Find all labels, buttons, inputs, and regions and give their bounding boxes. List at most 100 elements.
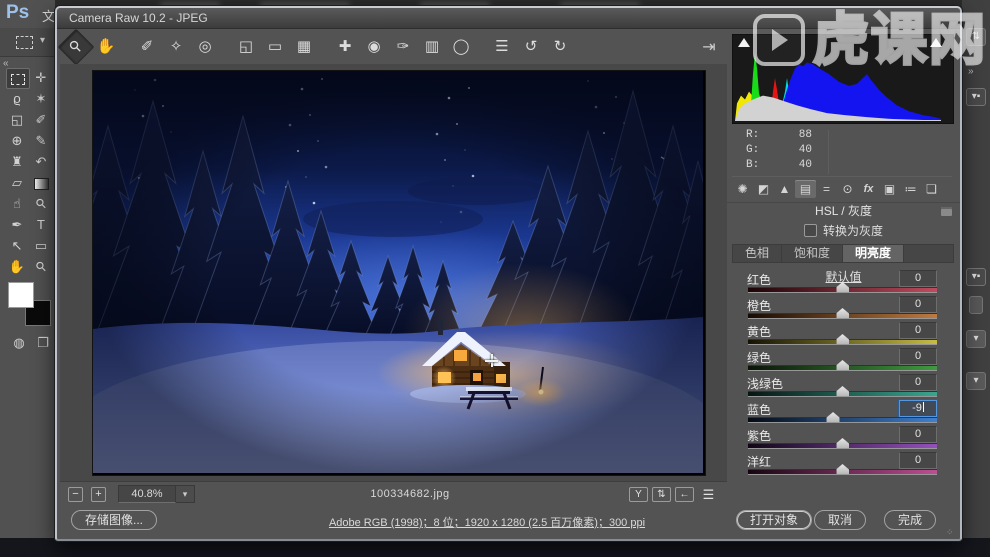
slider-value-input[interactable]: 0 bbox=[899, 426, 937, 443]
y-preview-button[interactable]: Y bbox=[629, 486, 648, 502]
rotate-left-tool-icon[interactable]: ↺ bbox=[519, 35, 543, 59]
panel-thumb-icon[interactable]: ▾▪ bbox=[966, 268, 986, 286]
screen-mode-icon[interactable]: ❐ bbox=[32, 333, 54, 352]
smudge-tool-icon[interactable]: ☝ bbox=[6, 194, 28, 213]
slider-thumb[interactable] bbox=[826, 412, 840, 422]
zoom-tool-icon[interactable]: ⚲ bbox=[57, 28, 95, 66]
panel-swatch-icon[interactable] bbox=[969, 296, 983, 314]
snapshots-panel-icon[interactable]: ❏ bbox=[921, 180, 942, 198]
done-button[interactable]: 完成 bbox=[884, 510, 937, 530]
white-balance-tool-icon[interactable]: ✐ bbox=[135, 35, 159, 59]
resize-grip[interactable]: ⁘ bbox=[946, 527, 954, 538]
open-object-button[interactable]: 打开对象 bbox=[736, 510, 813, 530]
rotate-right-tool-icon[interactable]: ↻ bbox=[548, 35, 572, 59]
preview-image[interactable] bbox=[52, 70, 739, 531]
pen-tool-icon[interactable]: ✒ bbox=[6, 215, 28, 234]
slider-thumb[interactable] bbox=[836, 282, 849, 292]
marquee-option-icon[interactable] bbox=[16, 36, 33, 49]
clone-stamp-tool-icon[interactable]: ♜ bbox=[6, 152, 28, 171]
crop-tool-icon[interactable]: ◱ bbox=[6, 110, 28, 129]
slider-value-input[interactable]: -9 bbox=[899, 400, 937, 417]
chevron-down-icon[interactable]: ▾ bbox=[40, 35, 45, 46]
shadow-clipping-icon[interactable] bbox=[738, 38, 750, 47]
magic-wand-tool-icon[interactable]: ✶ bbox=[30, 89, 52, 108]
split-toning-panel-icon[interactable]: = bbox=[816, 180, 837, 198]
slider-value-input[interactable]: 0 bbox=[899, 374, 937, 391]
chevron-down-icon[interactable]: ▾ bbox=[966, 330, 986, 348]
chevron-down-icon[interactable]: ▾ bbox=[176, 485, 195, 503]
lens-corrections-panel-icon[interactable]: ⊙ bbox=[837, 180, 858, 198]
camera-calibration-panel-icon[interactable]: ▣ bbox=[879, 180, 900, 198]
panel-thumb-icon[interactable]: ▾▪ bbox=[966, 88, 986, 106]
slider-value-input[interactable]: 0 bbox=[899, 270, 937, 287]
spot-removal-tool-icon[interactable]: ✚ bbox=[333, 35, 357, 59]
tab-明亮度[interactable]: 明亮度 bbox=[843, 245, 905, 262]
move-tool-icon[interactable]: ✛ bbox=[30, 68, 52, 87]
grayscale-checkbox[interactable] bbox=[803, 224, 817, 237]
eyedropper-tool-icon[interactable]: ✐ bbox=[30, 110, 52, 129]
lasso-tool-icon[interactable]: ϱ bbox=[6, 89, 28, 108]
preview-settings-button[interactable]: ☰ bbox=[700, 488, 717, 501]
copy-settings-button[interactable]: ← bbox=[675, 486, 694, 502]
effects-panel-icon[interactable]: fx bbox=[858, 180, 879, 198]
brush-tool-icon[interactable]: ✎ bbox=[30, 131, 52, 150]
adjustment-brush-tool-icon[interactable]: ✑ bbox=[391, 35, 415, 59]
slider-track[interactable] bbox=[748, 438, 937, 448]
type-tool-icon[interactable]: T bbox=[30, 215, 52, 234]
zoom-tool-icon[interactable]: ⚲ bbox=[27, 252, 56, 281]
slider-track[interactable] bbox=[748, 282, 937, 292]
hand-tool-icon[interactable]: ✋ bbox=[6, 257, 28, 276]
panel-menu-icon[interactable] bbox=[941, 207, 952, 216]
slider-value-input[interactable]: 0 bbox=[899, 322, 937, 339]
slider-value-input[interactable]: 0 bbox=[899, 348, 937, 365]
targeted-adjustment-tool-icon[interactable]: ◎ bbox=[193, 35, 217, 59]
zoom-level-select[interactable]: 40.8% bbox=[118, 485, 176, 503]
save-image-button[interactable]: 存储图像... bbox=[71, 510, 158, 530]
tab-饱和度[interactable]: 饱和度 bbox=[782, 245, 844, 262]
slider-thumb[interactable] bbox=[836, 308, 849, 318]
tone-curve-panel-icon[interactable]: ◩ bbox=[753, 180, 774, 198]
foreground-color-swatch[interactable] bbox=[8, 282, 34, 308]
panel-stepper-icon[interactable]: ⇅ bbox=[966, 28, 986, 46]
slider-thumb[interactable] bbox=[836, 438, 849, 448]
swap-views-button[interactable]: ⇅ bbox=[652, 486, 671, 502]
eraser-tool-icon[interactable]: ▱ bbox=[6, 173, 28, 192]
red-eye-tool-icon[interactable]: ◉ bbox=[362, 35, 386, 59]
highlight-clipping-icon[interactable] bbox=[930, 38, 942, 47]
presets-panel-icon[interactable]: ≔ bbox=[900, 180, 921, 198]
slider-track[interactable] bbox=[748, 308, 937, 318]
transform-tool-icon[interactable]: ▦ bbox=[292, 35, 316, 59]
path-selection-tool-icon[interactable]: ↖ bbox=[6, 236, 28, 255]
menu-item-file[interactable]: 文 bbox=[42, 6, 55, 25]
quick-mask-icon[interactable]: ◍ bbox=[8, 333, 30, 352]
expand-panels-chevron[interactable]: » bbox=[968, 66, 974, 77]
graduated-filter-tool-icon[interactable]: ▥ bbox=[420, 35, 444, 59]
crop-tool-icon[interactable]: ◱ bbox=[234, 35, 258, 59]
radial-filter-tool-icon[interactable]: ◯ bbox=[449, 35, 473, 59]
slider-thumb[interactable] bbox=[836, 360, 849, 370]
straighten-tool-icon[interactable]: ▭ bbox=[263, 35, 287, 59]
dodge-tool-icon[interactable]: ⚲ bbox=[27, 189, 56, 218]
tab-色相[interactable]: 色相 bbox=[733, 245, 783, 262]
history-brush-tool-icon[interactable]: ↶ bbox=[30, 152, 52, 171]
zoom-out-button[interactable]: − bbox=[68, 486, 83, 502]
color-sampler-tool-icon[interactable]: ✧ bbox=[164, 35, 188, 59]
slider-thumb[interactable] bbox=[836, 386, 849, 396]
slider-thumb[interactable] bbox=[836, 334, 849, 344]
slider-track[interactable] bbox=[748, 334, 937, 344]
cancel-button[interactable]: 取消 bbox=[814, 510, 867, 530]
hsl-grayscale-panel-icon[interactable]: ▤ bbox=[795, 180, 816, 198]
dialog-titlebar[interactable]: Camera Raw 10.2 - JPEG bbox=[57, 8, 960, 29]
slider-track[interactable] bbox=[748, 412, 937, 422]
slider-track[interactable] bbox=[748, 464, 937, 474]
slider-value-input[interactable]: 0 bbox=[899, 452, 937, 469]
basic-panel-icon[interactable]: ✺ bbox=[732, 180, 753, 198]
preferences-tool-icon[interactable]: ☰ bbox=[490, 35, 514, 59]
healing-brush-tool-icon[interactable]: ⊕ bbox=[6, 131, 28, 150]
rectangular-marquee-tool-icon[interactable] bbox=[6, 68, 30, 89]
slider-track[interactable] bbox=[748, 386, 937, 396]
slider-value-input[interactable]: 0 bbox=[899, 296, 937, 313]
hand-tool-icon[interactable]: ✋ bbox=[94, 35, 118, 59]
histogram[interactable] bbox=[732, 34, 954, 124]
slider-track[interactable] bbox=[748, 360, 937, 370]
